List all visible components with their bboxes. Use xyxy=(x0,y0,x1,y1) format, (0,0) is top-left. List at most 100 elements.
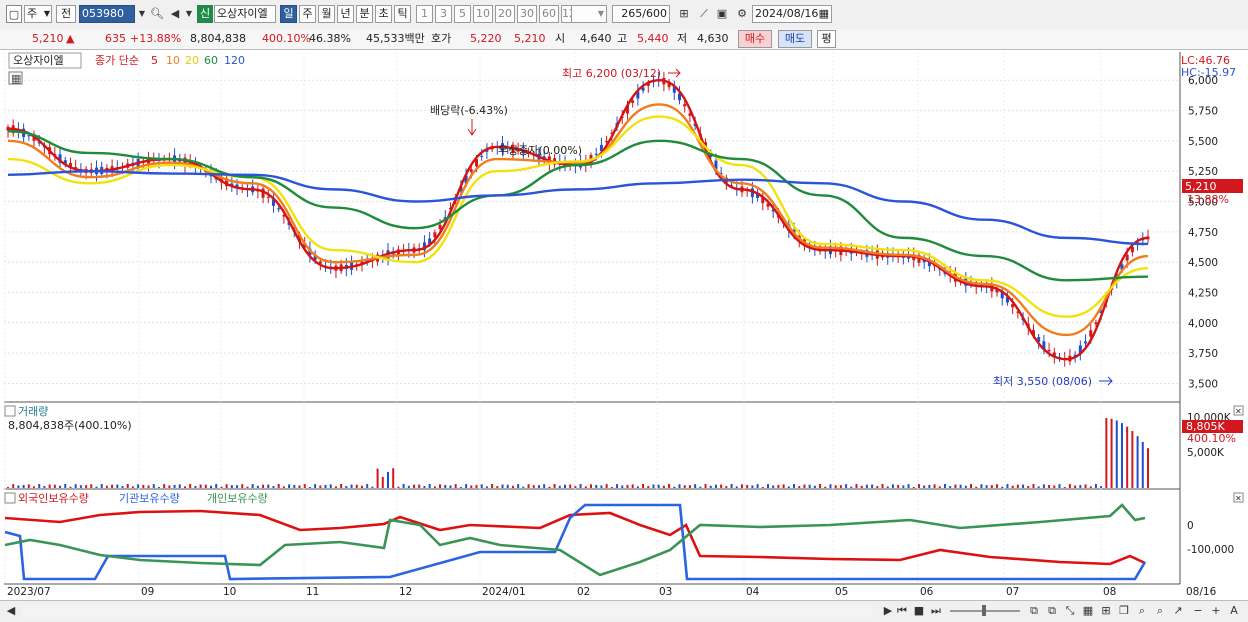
gear-icon[interactable]: ⚙ xyxy=(734,5,750,23)
volume-bar xyxy=(584,486,587,488)
font-size-icon[interactable]: A xyxy=(1226,602,1242,620)
period-tab[interactable]: 월 xyxy=(318,5,335,23)
stock-name-field[interactable]: 오상자이엘 xyxy=(214,5,276,23)
volume-bar xyxy=(1048,484,1051,488)
period-tab[interactable]: 년 xyxy=(337,5,354,23)
scroll-track[interactable] xyxy=(22,605,872,617)
date-tick-label: 07 xyxy=(1006,586,1019,598)
period-tab[interactable]: 틱 xyxy=(394,5,411,23)
volume-bar xyxy=(74,484,77,488)
eval-button[interactable]: 평 xyxy=(817,30,836,48)
volume-bar xyxy=(569,484,572,488)
arrow-icon[interactable]: ↗ xyxy=(1170,602,1186,620)
plus-icon[interactable]: + xyxy=(1208,602,1224,620)
interval-tab[interactable]: 20 xyxy=(495,5,515,23)
candle-body xyxy=(438,224,442,230)
volume-bar xyxy=(996,484,999,488)
date-tick-label: 12 xyxy=(399,586,412,598)
prev-button[interactable]: 전 xyxy=(56,5,76,23)
price-change-pct: +13.88% xyxy=(130,32,182,45)
open-label: 시 xyxy=(555,32,566,45)
high-price: 5,440 xyxy=(637,32,669,45)
minus-icon[interactable]: − xyxy=(1190,602,1206,620)
period-tab[interactable]: 분 xyxy=(356,5,373,23)
layout-icon[interactable]: ⧉ xyxy=(1044,602,1060,620)
sell-button[interactable]: 매도 xyxy=(778,30,812,48)
new-badge: 신 xyxy=(197,5,213,23)
volume-bar xyxy=(449,485,452,488)
buy-button[interactable]: 매수 xyxy=(738,30,772,48)
resize-icon[interactable]: ⤡ xyxy=(1062,602,1078,620)
volume-bar xyxy=(1011,485,1014,488)
period-tab[interactable]: 주 xyxy=(299,5,316,23)
volume-bar xyxy=(735,486,738,488)
code-input[interactable]: 053980 xyxy=(79,5,135,23)
date-field[interactable]: 2024/08/16 ▦ xyxy=(752,5,832,23)
candle-body xyxy=(266,196,270,198)
last-page-icon[interactable]: ⏭ xyxy=(928,602,944,620)
volume-bar xyxy=(517,484,520,488)
volume-bar xyxy=(1032,484,1035,488)
volume-bar xyxy=(683,485,686,488)
zoom-icon[interactable]: ⌕ xyxy=(1134,602,1150,620)
volume-bar xyxy=(1079,484,1082,488)
volume-bar xyxy=(964,485,967,488)
chevron-down-icon[interactable]: ▼ xyxy=(134,5,150,23)
volume-bar xyxy=(610,486,613,488)
chevron-down-icon: ▼ xyxy=(597,9,604,18)
volume-bar xyxy=(886,486,889,488)
interval-tab[interactable]: 3 xyxy=(435,5,452,23)
copy-icon[interactable]: ❐ xyxy=(1116,602,1132,620)
volume-bar xyxy=(329,484,332,488)
volume-bar xyxy=(1016,484,1019,488)
collapse-icon[interactable] xyxy=(4,492,16,504)
interval-tab[interactable]: 60 xyxy=(539,5,559,23)
candle-body xyxy=(1125,254,1129,261)
volume-bar xyxy=(631,484,634,488)
volume-bar xyxy=(152,484,155,488)
volume-bar xyxy=(387,471,389,488)
price-tick-label: 4,500 xyxy=(1188,257,1218,269)
volume-bar xyxy=(975,486,978,488)
zoom-slider-handle[interactable] xyxy=(982,605,986,616)
collapse-icon[interactable] xyxy=(4,405,16,417)
search-icon[interactable]: 🔍︎ xyxy=(149,5,165,23)
tile-icon[interactable]: ⊞ xyxy=(1098,602,1114,620)
volume-bar xyxy=(407,485,410,488)
interval-tab[interactable]: 1 xyxy=(416,5,433,23)
chevron-down-icon[interactable]: ▼ xyxy=(181,5,197,23)
volume-bar xyxy=(157,486,160,488)
save-icon[interactable]: ▣ xyxy=(714,5,730,23)
volume-bar xyxy=(740,484,743,488)
crosshair-icon[interactable]: ⊞ xyxy=(676,5,692,23)
volume-bar xyxy=(537,485,540,488)
zoom-icon[interactable]: ⌕ xyxy=(1152,602,1168,620)
stock-chart[interactable]: 3,5003,7504,0004,2504,5004,7505,0005,250… xyxy=(0,50,1248,600)
type-select[interactable]: 주 ▼ xyxy=(24,5,52,23)
window-icon[interactable]: ▢ xyxy=(6,5,22,23)
draw-tool-icon[interactable]: ⟋ xyxy=(696,5,712,23)
grid-icon[interactable]: ▦ xyxy=(1080,602,1096,620)
volume-bar xyxy=(303,484,306,488)
legend-ma-label: 종가 단순 xyxy=(95,54,139,67)
volume-bar xyxy=(1136,436,1139,488)
scroll-left-icon[interactable]: ◀ xyxy=(3,602,19,620)
interval-tab[interactable]: 30 xyxy=(517,5,537,23)
stop-icon[interactable]: ■ xyxy=(911,602,927,620)
price-tick-label: 4,250 xyxy=(1188,287,1218,299)
volume-bar xyxy=(1068,484,1071,488)
legend-ma5: 5 xyxy=(151,54,158,67)
volume-bar xyxy=(38,484,41,488)
volume-bar xyxy=(256,485,259,488)
volume-bar xyxy=(1027,486,1030,488)
first-page-icon[interactable]: ⏮ xyxy=(894,602,910,620)
count-field[interactable]: 265/600 xyxy=(612,5,670,23)
volume-bar xyxy=(767,484,769,488)
period-tab[interactable]: 일 xyxy=(280,5,297,23)
volume-bar xyxy=(7,487,9,488)
interval-tab[interactable]: 5 xyxy=(454,5,471,23)
interval-tab[interactable]: 10 xyxy=(473,5,493,23)
layout-icon[interactable]: ⧉ xyxy=(1026,602,1042,620)
interval-custom-select[interactable]: ▼ xyxy=(571,5,607,23)
period-tab[interactable]: 초 xyxy=(375,5,392,23)
